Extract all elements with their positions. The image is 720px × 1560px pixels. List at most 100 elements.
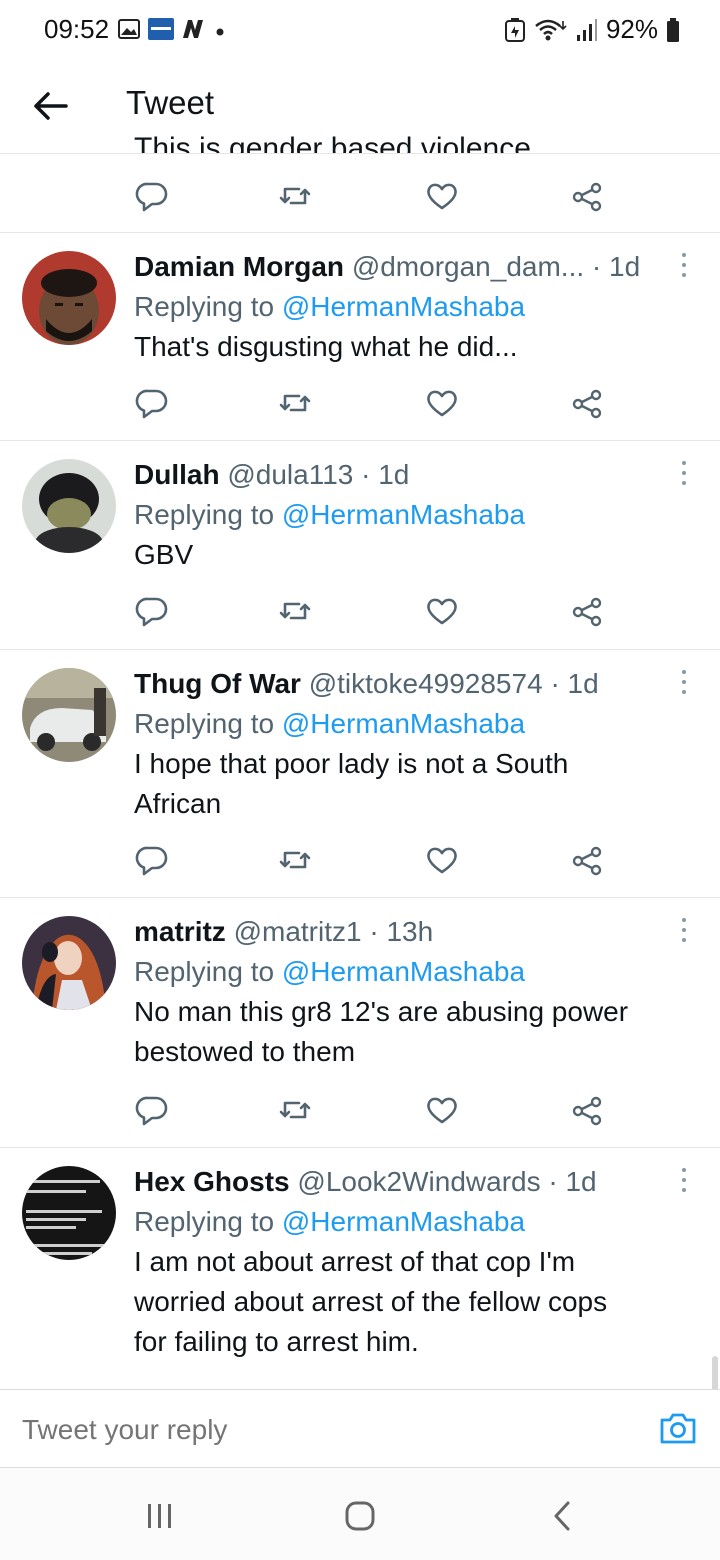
more-icon[interactable] [678, 253, 690, 283]
reply-icon[interactable] [134, 842, 170, 878]
camera-icon[interactable] [658, 1408, 698, 1448]
avatar[interactable] [22, 1166, 116, 1260]
like-icon[interactable] [424, 1092, 460, 1128]
battery-icon [667, 17, 679, 42]
back-arrow-icon[interactable] [30, 86, 70, 126]
mention-link[interactable]: @HermanMashaba [282, 291, 525, 322]
more-icon[interactable] [678, 918, 690, 948]
more-icon[interactable] [678, 1168, 690, 1198]
status-bar: 09:52 92% [0, 0, 720, 60]
tweet-text-line: African [134, 788, 222, 819]
like-icon[interactable] [424, 593, 460, 629]
avatar[interactable] [22, 459, 116, 553]
retweet-icon[interactable] [277, 593, 313, 629]
avatar[interactable] [22, 668, 116, 762]
retweet-icon[interactable] [277, 385, 313, 421]
avatar[interactable] [22, 251, 116, 345]
reply-tweet[interactable]: Thug Of War @tiktoke49928574 · 1d Replyi… [0, 650, 720, 898]
share-icon[interactable] [569, 385, 605, 421]
user-handle[interactable]: @matritz1 [234, 916, 362, 947]
replies-feed[interactable]: Damian Morgan @dmorgan_dam... · 1d Reply… [0, 154, 720, 1389]
replying-to-line: Replying to @HermanMashaba [134, 952, 686, 992]
reply-icon[interactable] [134, 385, 170, 421]
action-bar [134, 842, 614, 882]
user-handle[interactable]: @dula113 [227, 459, 353, 490]
like-icon[interactable] [424, 385, 460, 421]
cut-off-tweet-text: This is gender based violence [134, 132, 531, 154]
tweet-text-line: I am not about arrest of that cop I'm [134, 1246, 576, 1277]
recent-apps-icon[interactable] [145, 1502, 175, 1530]
separator-dot: · [591, 251, 610, 282]
reply-body: Dullah @dula113 · 1d Replying to @Herman… [134, 455, 686, 575]
retweet-icon[interactable] [277, 178, 313, 214]
reply-tweet[interactable]: Damian Morgan @dmorgan_dam... · 1d Reply… [0, 233, 720, 441]
reply-body: Thug Of War @tiktoke49928574 · 1d Replyi… [134, 664, 686, 824]
user-handle[interactable]: @Look2Windwards [297, 1166, 540, 1197]
more-notifications-dot-icon [216, 28, 224, 36]
reply-input[interactable] [22, 1414, 582, 1446]
tweet-text-line: That's disgusting what he did... [134, 331, 518, 362]
retweet-icon[interactable] [277, 842, 313, 878]
reply-header: Thug Of War @tiktoke49928574 · 1d [134, 664, 686, 704]
back-nav-icon[interactable] [550, 1500, 574, 1532]
reply-header: Damian Morgan @dmorgan_dam... · 1d [134, 247, 686, 287]
gallery-notification-icon [118, 19, 140, 39]
main-tweet-actions [0, 154, 720, 233]
status-time: 09:52 [44, 14, 110, 44]
reply-tweet[interactable]: Hex Ghosts @Look2Windwards · 1d Replying… [0, 1148, 720, 1389]
wifi-icon [535, 19, 567, 40]
user-handle[interactable]: @dmorgan_dam... [352, 251, 584, 282]
separator-dot: · [361, 459, 379, 490]
app-notification-icon [148, 18, 174, 40]
reply-header: Dullah @dula113 · 1d [134, 455, 686, 495]
separator-dot: · [369, 916, 387, 947]
share-icon[interactable] [569, 842, 605, 878]
reply-icon[interactable] [134, 1092, 170, 1128]
action-bar [134, 178, 614, 218]
page-title: Tweet [126, 84, 215, 121]
more-icon[interactable] [678, 461, 690, 491]
mention-link[interactable]: @HermanMashaba [282, 499, 525, 530]
display-name[interactable]: Thug Of War [134, 668, 301, 699]
separator-dot: · [550, 668, 568, 699]
share-icon[interactable] [569, 1092, 605, 1128]
battery-percent: 92% [605, 14, 658, 44]
replying-to-label: Replying to [134, 499, 282, 530]
reply-tweet[interactable]: matritz @matritz1 · 13h Replying to @Her… [0, 898, 720, 1148]
timestamp: 1d [567, 668, 599, 699]
replying-to-line: Replying to @HermanMashaba [134, 1202, 686, 1242]
share-icon[interactable] [569, 178, 605, 214]
display-name[interactable]: Dullah [134, 459, 220, 490]
replying-to-line: Replying to @HermanMashaba [134, 704, 686, 744]
mention-link[interactable]: @HermanMashaba [282, 956, 525, 987]
replying-to-line: Replying to @HermanMashaba [134, 287, 686, 327]
display-name[interactable]: Hex Ghosts [134, 1166, 290, 1197]
scrollbar-thumb[interactable] [712, 1356, 718, 1389]
action-bar [134, 385, 614, 425]
reply-body: Hex Ghosts @Look2Windwards · 1d Replying… [134, 1162, 686, 1362]
timestamp: 1d [609, 251, 641, 282]
like-icon[interactable] [424, 842, 460, 878]
reply-icon[interactable] [134, 178, 170, 214]
share-icon[interactable] [569, 593, 605, 629]
tweet-text-line: I hope that poor lady is not a South [134, 748, 569, 779]
timestamp: 1d [378, 459, 410, 490]
reply-icon[interactable] [134, 593, 170, 629]
mention-link[interactable]: @HermanMashaba [282, 708, 525, 739]
retweet-icon[interactable] [277, 1092, 313, 1128]
like-icon[interactable] [424, 178, 460, 214]
separator-dot: · [548, 1166, 566, 1197]
replying-to-label: Replying to [134, 708, 282, 739]
replying-to-label: Replying to [134, 956, 282, 987]
more-icon[interactable] [678, 670, 690, 700]
user-handle[interactable]: @tiktoke49928574 [309, 668, 543, 699]
reply-tweet[interactable]: Dullah @dula113 · 1d Replying to @Herman… [0, 441, 720, 650]
replying-to-label: Replying to [134, 291, 282, 322]
home-icon[interactable] [344, 1501, 376, 1531]
battery-saver-icon [504, 17, 525, 42]
avatar[interactable] [22, 916, 116, 1010]
display-name[interactable]: Damian Morgan [134, 251, 344, 282]
mention-link[interactable]: @HermanMashaba [282, 1206, 525, 1237]
display-name[interactable]: matritz [134, 916, 226, 947]
status-right: 92% [504, 14, 680, 45]
